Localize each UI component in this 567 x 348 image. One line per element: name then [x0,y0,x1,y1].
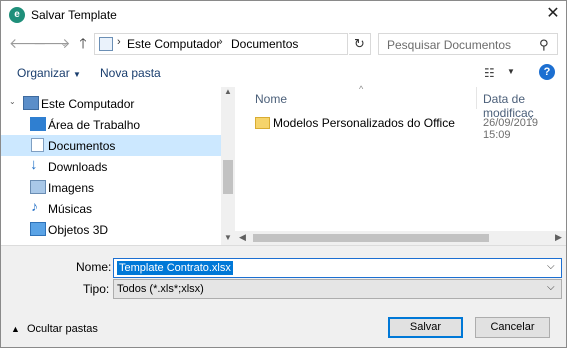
computer-icon [23,96,39,110]
chevron-down-icon[interactable]: ▼ [507,67,515,76]
type-label: Tipo: [83,282,110,296]
chevron-down-icon[interactable]: ⌵ [547,261,555,272]
pictures-icon [30,180,46,194]
sidebar-item-label: Downloads [48,160,108,174]
scrollbar-thumb[interactable] [223,160,233,194]
up-button[interactable]: 🡑 [74,33,92,53]
breadcrumb-item[interactable]: Documentos [231,37,298,51]
scrollbar-thumb[interactable] [253,234,489,242]
chevron-left-icon[interactable]: ◀ [239,232,246,243]
folder-icon [255,117,270,129]
downloads-icon: ↓ [30,156,38,173]
column-header-name[interactable]: Nome [255,92,287,106]
hide-folders-button[interactable]: ▲ Ocultar pastas [11,323,98,335]
chevron-up-icon: ▲ [11,324,20,334]
chevron-up-icon[interactable]: ▲ [224,87,232,96]
sidebar-item-label: Área de Trabalho [48,118,141,132]
sort-ascending-icon: ^ [359,84,364,94]
chevron-down-icon[interactable]: ⌄ [9,97,16,106]
save-dialog: e Salvar Template ✕ 🡐 🡒 ⌄ 🡑 › Este Compu… [0,0,567,348]
search-icon[interactable]: ⚲ [539,37,549,53]
title-bar: e Salvar Template ✕ [1,1,566,29]
navigation-pane: ⌄ Este Computador Área de Trabalho Docum… [1,87,235,245]
3d-objects-icon [30,222,46,236]
sidebar-item-downloads[interactable]: ↓ Downloads [1,156,221,177]
sidebar-item-musicas[interactable]: ♪ Músicas [1,198,221,219]
file-type-value: Todos (*.xls*;xlsx) [117,283,204,295]
sidebar-item-label: Documentos [48,139,116,153]
chevron-right-icon: › [117,36,121,48]
new-folder-button[interactable]: Nova pasta [100,66,161,80]
chevron-right-icon: › [219,36,223,48]
sidebar-item-label: Este Computador [41,97,135,111]
music-icon: ♪ [31,198,38,214]
computer-icon [99,37,113,51]
name-label: Nome: [76,260,112,274]
file-name-field[interactable]: Template Contrato.xlsx ⌵ [113,258,562,278]
recent-locations-button[interactable]: ⌄ [55,33,73,53]
chevron-down-icon: ▼ [73,70,81,79]
sidebar-item-area-de-trabalho[interactable]: Área de Trabalho [1,114,221,135]
command-toolbar: Organizar ▼ Nova pasta ☷ ▼ ? [1,59,566,87]
file-name: Modelos Personalizados do Office [273,116,455,130]
save-form: Nome: Template Contrato.xlsx ⌵ Tipo: Tod… [1,245,566,347]
close-button[interactable]: ✕ [541,4,565,26]
sidebar-item-label: Músicas [48,202,93,216]
file-date: 26/09/2019 15:09 [483,117,539,141]
help-icon[interactable]: ? [539,64,555,80]
back-button[interactable]: 🡐 [9,33,47,53]
hide-folders-label: Ocultar pastas [26,323,98,335]
view-options-icon[interactable]: ☷ [484,66,495,80]
column-divider[interactable] [476,87,477,109]
window-title: Salvar Template [31,8,117,22]
search-input[interactable]: Pesquisar Documentos ⚲ [378,33,558,55]
file-name-value: Template Contrato.xlsx [117,261,233,275]
app-logo-icon: e [9,7,25,23]
chevron-down-icon[interactable]: ▼ [224,233,232,242]
sidebar-item-label: Objetos 3D [48,223,109,237]
documents-icon [31,138,44,152]
desktop-icon [30,117,46,131]
sidebar-item-label: Imagens [48,181,95,195]
cancel-button[interactable]: Cancelar [475,317,550,338]
chevron-right-icon[interactable]: ▶ [555,232,562,243]
sidebar-item-este-computador[interactable]: ⌄ Este Computador [1,93,221,114]
file-list: ^ Nome Data de modificaç Modelos Persona… [235,84,566,245]
sidebar-scrollbar[interactable]: ▲ ▼ [221,87,235,245]
file-type-select[interactable]: Todos (*.xls*;xlsx) ⌵ [113,279,562,299]
horizontal-scrollbar[interactable]: ◀ ▶ [235,231,566,245]
search-placeholder: Pesquisar Documentos [387,38,512,52]
refresh-button[interactable]: ↻ [349,33,371,55]
table-row[interactable]: Modelos Personalizados do Office 26/09/2… [235,111,566,141]
sidebar-item-documentos[interactable]: Documentos [1,135,221,156]
sidebar-item-objetos-3d[interactable]: Objetos 3D [1,219,221,240]
breadcrumb-item[interactable]: Este Computador [127,37,220,51]
forward-button[interactable]: 🡒 [33,33,71,53]
address-bar[interactable]: › Este Computador › Documentos ⌵ [94,33,432,55]
save-button[interactable]: Salvar [388,317,463,338]
sidebar-item-imagens[interactable]: Imagens [1,177,221,198]
chevron-down-icon[interactable]: ⌵ [547,282,555,293]
organize-button[interactable]: Organizar ▼ [17,66,81,80]
organize-label: Organizar [17,66,70,80]
